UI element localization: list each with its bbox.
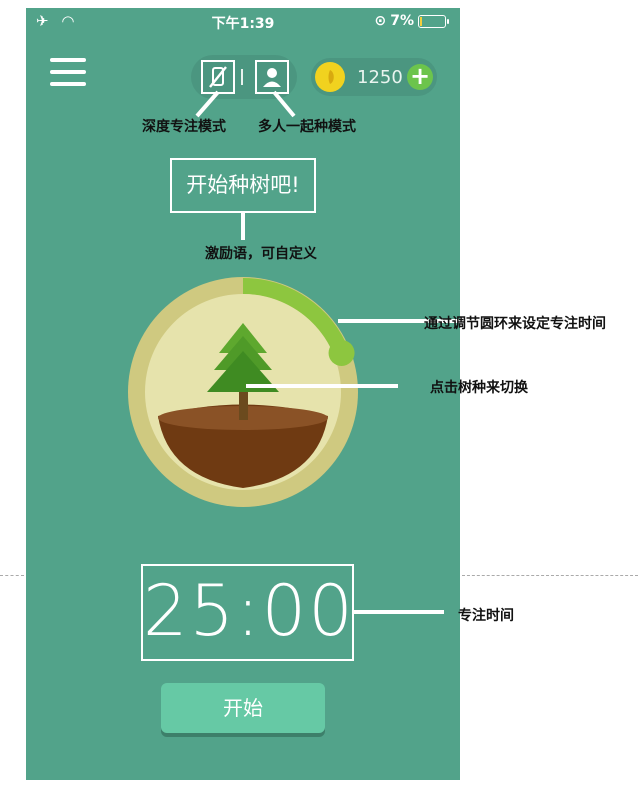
annotation-multi-plant: 多人一起种模式: [258, 119, 356, 135]
start-button[interactable]: 开始: [161, 683, 325, 733]
ring-handle[interactable]: [328, 339, 355, 366]
guide-line-left: [0, 575, 24, 576]
phone-screen: ✈ ◠ 下午1:39 ⊙ 7% 1250 + 开始种树吧! 25:00 开始: [26, 8, 460, 780]
annotation-timer: 专注时间: [458, 608, 514, 624]
annotation-slogan: 激励语，可自定义: [205, 246, 317, 262]
tree-ring-area: [128, 90, 460, 614]
annotation-ring: 通过调节圆环来设定专注时间: [424, 316, 606, 332]
guide-line-right: [462, 575, 638, 576]
annotation-deep-focus: 深度专注模式: [142, 119, 226, 135]
leader-deep-focus: [195, 90, 220, 118]
annotation-tree: 点击树种来切换: [430, 380, 528, 396]
leader-multi-plant: [272, 90, 296, 118]
focus-timer[interactable]: 25:00: [141, 564, 354, 661]
